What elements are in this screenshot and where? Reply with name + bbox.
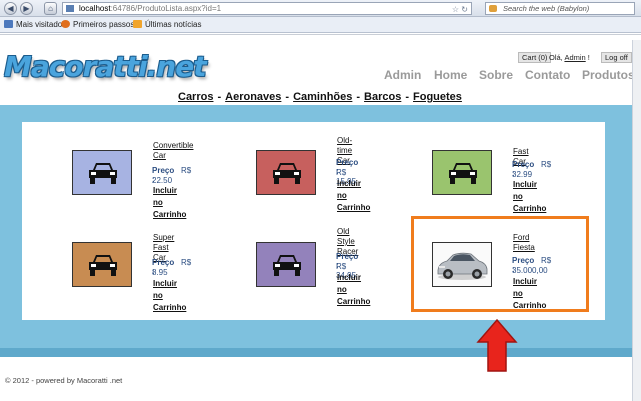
vertical-scrollbar[interactable] (632, 40, 641, 401)
product-thumbnail[interactable] (256, 242, 316, 287)
category-barcos[interactable]: Barcos (364, 91, 401, 103)
price-value: 22.50 (152, 176, 173, 185)
category-foguetes[interactable]: Foguetes (413, 91, 462, 103)
site-logo[interactable]: Macoratti.net (4, 50, 207, 83)
product-thumbnail[interactable] (256, 150, 316, 195)
price-currency: R$ (181, 166, 192, 175)
car-icon (273, 163, 301, 184)
category-caminhoes[interactable]: Caminhões (293, 91, 352, 103)
browser-toolbar: ◀ ▶ ⌂ localhost:64786/ProdutoLista.aspx?… (0, 0, 641, 17)
menu-item-contato[interactable]: Contato (525, 68, 570, 82)
forward-icon[interactable]: ▶ (20, 2, 33, 15)
add-to-cart-link[interactable]: Incluir no Carrinho (153, 278, 186, 314)
firefox-icon (61, 20, 70, 28)
footer-strip (0, 348, 641, 357)
product-thumbnail[interactable] (72, 150, 132, 195)
user-link[interactable]: Admin (564, 53, 585, 62)
menu-item-admin[interactable]: Admin (384, 68, 421, 82)
price-value: 8.95 (152, 268, 168, 277)
bookmark-latest-news[interactable]: Últimas notícias (133, 20, 201, 29)
cart-button[interactable]: Cart (0) (518, 52, 552, 63)
product-thumbnail[interactable] (432, 150, 492, 195)
url-path: :64786/ProdutoLista.aspx?id=1 (110, 4, 222, 13)
price-currency: R$ (541, 160, 552, 169)
page-top (0, 34, 641, 40)
bookmark-most-visited[interactable]: Mais visitados (4, 20, 66, 29)
address-bar[interactable]: localhost:64786/ProdutoLista.aspx?id=1 ☆… (62, 2, 472, 15)
category-menu: Carros - Aeronaves - Caminhões - Barcos - Foguet… (178, 91, 462, 103)
bookmarks-bar: Mais visitados Primeiros passos Últimas … (0, 17, 641, 33)
reload-icon[interactable]: ☆ ↻ (452, 4, 468, 15)
site-favicon-icon (66, 5, 74, 12)
highlight-box (411, 216, 589, 312)
back-icon[interactable]: ◀ (4, 2, 17, 15)
category-aeronaves[interactable]: Aeronaves (225, 91, 281, 103)
add-to-cart-link[interactable]: Incluir no Carrinho (337, 272, 370, 308)
url-host: localhost (79, 4, 111, 13)
rss-icon (133, 20, 142, 28)
menu-item-sobre[interactable]: Sobre (479, 68, 513, 82)
search-engine-icon[interactable] (489, 5, 497, 12)
add-to-cart-link[interactable]: Incluir no Carrinho (153, 185, 186, 221)
search-placeholder: Search the web (Babylon) (503, 4, 590, 13)
product-name[interactable]: Convertible Car (153, 141, 193, 161)
home-icon[interactable]: ⌂ (44, 2, 57, 15)
car-icon (89, 255, 117, 276)
car-icon (89, 163, 117, 184)
price-value: 32.99 (512, 170, 533, 179)
product-thumbnail[interactable] (72, 242, 132, 287)
bookmark-icon (4, 20, 13, 28)
logoff-button[interactable]: Log off (601, 52, 632, 63)
search-input[interactable]: Search the web (Babylon) (485, 2, 635, 15)
menu-item-produtos[interactable]: Produtos (582, 68, 635, 82)
category-carros[interactable]: Carros (178, 91, 213, 103)
menu-item-home[interactable]: Home (434, 68, 467, 82)
car-icon (449, 163, 477, 184)
add-to-cart-link[interactable]: Incluir no Carrinho (513, 179, 546, 215)
price-currency: R$ (181, 258, 192, 267)
greeting: Olá, Admin ! (549, 53, 590, 62)
car-icon (273, 255, 301, 276)
up-arrow-icon (476, 318, 518, 372)
add-to-cart-link[interactable]: Incluir no Carrinho (337, 178, 370, 214)
bookmark-getting-started[interactable]: Primeiros passos (61, 20, 134, 29)
footer-text: © 2012 - powered by Macoratti .net (5, 376, 123, 385)
